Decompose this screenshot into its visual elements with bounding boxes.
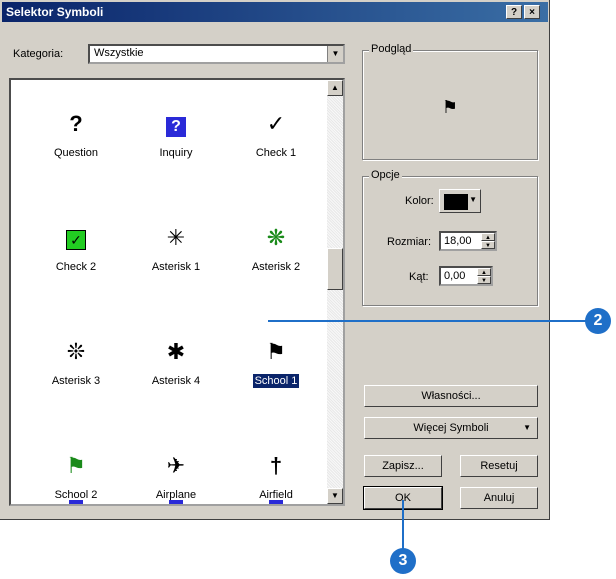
symbol-glyph-icon: ✓ bbox=[266, 111, 286, 136]
symbol-glyph-icon: ⚑ bbox=[266, 339, 286, 364]
symbol-name: School 1 bbox=[251, 373, 301, 389]
symbol-name: Check 2 bbox=[55, 261, 97, 273]
callout-2-badge: 2 bbox=[585, 308, 611, 334]
callout-2-line bbox=[268, 320, 592, 322]
color-picker-button[interactable]: ▼ bbox=[439, 189, 481, 213]
symbol-item[interactable]: ? Inquiry bbox=[126, 112, 226, 160]
angle-label: Kąt: bbox=[409, 271, 429, 283]
size-value: 18,00 bbox=[444, 235, 472, 247]
size-spinner[interactable]: 18,00 ▲ ▼ bbox=[439, 231, 497, 251]
symbol-item[interactable]: ✓ Check 2 bbox=[26, 226, 126, 274]
symbol-name: Inquiry bbox=[159, 147, 193, 159]
cancel-button[interactable]: Anuluj bbox=[460, 487, 538, 509]
symbol-glyph-icon: ? bbox=[126, 112, 226, 137]
callout-3-badge: 3 bbox=[390, 548, 416, 574]
chevron-down-icon: ▼ bbox=[523, 423, 531, 432]
symbol-glyph-icon: ❋ bbox=[266, 225, 286, 250]
chevron-down-icon[interactable]: ▼ bbox=[327, 46, 343, 62]
color-label: Kolor: bbox=[405, 195, 434, 207]
spin-down-icon[interactable]: ▼ bbox=[481, 241, 495, 249]
symbol-item[interactable]: ✳ Asterisk 1 bbox=[126, 226, 226, 274]
symbol-name: Asterisk 1 bbox=[151, 261, 201, 273]
symbol-item-partial bbox=[169, 500, 183, 504]
symbol-glyph-icon: † bbox=[269, 453, 283, 478]
preview-group: Podgląd ⚑ bbox=[362, 43, 538, 160]
scroll-up-icon[interactable]: ▲ bbox=[327, 80, 343, 96]
symbol-list[interactable]: ? Question? Inquiry ✓ Check 1 ✓ Check 2 ✳ Asteri… bbox=[9, 78, 345, 506]
more-symbols-label: Więcej Symboli bbox=[413, 422, 489, 434]
symbol-item-partial bbox=[69, 500, 83, 504]
properties-button[interactable]: Własności... bbox=[364, 385, 538, 407]
close-button[interactable]: × bbox=[524, 5, 540, 19]
symbol-glyph-icon: ✳ bbox=[166, 225, 186, 250]
scroll-down-icon[interactable]: ▼ bbox=[327, 488, 343, 504]
symbol-item[interactable]: ⚑ School 2 bbox=[26, 454, 126, 502]
preview-flag-icon: ⚑ bbox=[441, 97, 459, 117]
scroll-thumb[interactable] bbox=[327, 248, 343, 290]
angle-spinner[interactable]: 0,00 ▲ ▼ bbox=[439, 266, 493, 286]
symbol-item[interactable]: ⚑ School 1 bbox=[226, 339, 326, 389]
symbol-item[interactable]: ✓ Check 1 bbox=[226, 112, 326, 160]
size-stepper[interactable]: ▲ ▼ bbox=[481, 233, 495, 249]
options-group: Opcje Kolor: ▼ Rozmiar: 18,00 ▲ ▼ Kąt: 0… bbox=[362, 169, 538, 306]
symbol-glyph-icon: ✱ bbox=[166, 339, 186, 364]
callout-3-line bbox=[402, 500, 404, 552]
symbol-item[interactable]: ? Question bbox=[26, 112, 126, 160]
symbol-name: Question bbox=[53, 147, 99, 159]
options-title: Opcje bbox=[369, 169, 402, 181]
spin-up-icon[interactable]: ▲ bbox=[477, 268, 491, 276]
symbol-item[interactable]: ✱ Asterisk 4 bbox=[126, 340, 226, 388]
angle-value: 0,00 bbox=[444, 270, 466, 282]
category-label: Kategoria: bbox=[13, 48, 64, 60]
symbol-item-partial bbox=[269, 500, 283, 504]
angle-stepper[interactable]: ▲ ▼ bbox=[477, 268, 491, 284]
symbol-name: Check 1 bbox=[255, 147, 297, 159]
symbol-item[interactable]: ❋ Asterisk 2 bbox=[226, 226, 326, 274]
symbol-name: Asterisk 3 bbox=[51, 375, 101, 387]
symbol-glyph-icon: ✓ bbox=[26, 226, 126, 250]
spin-down-icon[interactable]: ▼ bbox=[477, 276, 491, 284]
symbol-glyph-icon: ❊ bbox=[66, 339, 86, 364]
symbol-glyph-icon: ? bbox=[69, 111, 83, 136]
category-combo[interactable]: Wszystkie ▼ bbox=[88, 44, 345, 64]
chevron-down-icon: ▼ bbox=[469, 195, 477, 204]
help-button[interactable]: ? bbox=[506, 5, 522, 19]
symbol-item[interactable]: † Airfield bbox=[226, 454, 326, 502]
symbol-item[interactable]: ✈ Airplane bbox=[126, 454, 226, 502]
symbol-glyph-icon: ✈ bbox=[166, 453, 186, 478]
spin-up-icon[interactable]: ▲ bbox=[481, 233, 495, 241]
symbol-item[interactable]: ❊ Asterisk 3 bbox=[26, 340, 126, 388]
save-button[interactable]: Zapisz... bbox=[364, 455, 442, 477]
vertical-scrollbar[interactable]: ▲ ▼ bbox=[327, 80, 343, 504]
size-label: Rozmiar: bbox=[387, 236, 432, 248]
symbol-name: Asterisk 4 bbox=[151, 375, 201, 387]
symbol-glyph-icon: ⚑ bbox=[66, 453, 86, 478]
color-swatch bbox=[444, 194, 468, 210]
reset-button[interactable]: Resetuj bbox=[460, 455, 538, 477]
preview-title: Podgląd bbox=[369, 43, 414, 55]
title-bar: Selektor Symboli ? × bbox=[2, 2, 548, 22]
category-value: Wszystkie bbox=[94, 47, 144, 59]
symbol-selector-dialog: Selektor Symboli ? × Kategoria: Wszystki… bbox=[0, 0, 550, 520]
more-symbols-button[interactable]: Więcej Symboli ▼ bbox=[364, 417, 538, 439]
window-title: Selektor Symboli bbox=[6, 5, 104, 19]
symbol-name: Asterisk 2 bbox=[251, 261, 301, 273]
